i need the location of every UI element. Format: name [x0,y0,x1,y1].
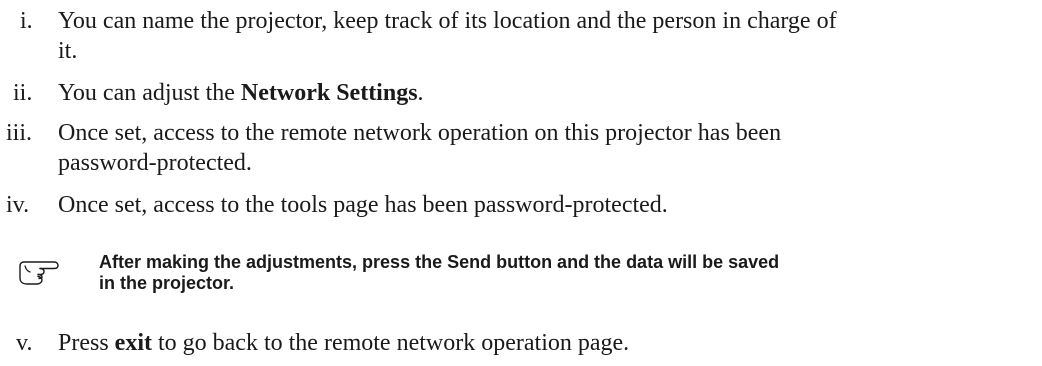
list-item-iv: iv. Once set, access to the tools page h… [0,188,1042,222]
list-text-post: . [417,80,424,106]
note-box: After making the adjustments, press the … [18,252,1038,302]
list-text: Once set, access to the tools page has b… [58,192,668,218]
list-text-line2: it. [58,38,78,64]
list-item-iii: iii. Once set, access to the remote netw… [0,114,1042,184]
manual-page: i. You can name the projector, keep trac… [0,0,1042,366]
list-number: iv. [6,192,30,218]
list-text-line1: You can name the projector, keep track o… [58,8,837,34]
exit-term: exit [114,330,152,356]
list-number: i. [20,8,33,34]
list-text-post: to go back to the remote network operati… [151,330,630,356]
list-item-i: i. You can name the projector, keep trac… [0,0,1042,70]
note-text-line2: in the projector. [99,273,235,293]
list-text: You can adjust the Network Settings. [58,78,424,108]
list-text-pre: You can adjust the [58,80,241,106]
list-text-pre: Press [58,330,115,356]
list-text-line2: password-protected. [58,150,252,176]
list-item-ii: ii. You can adjust the Network Settings. [0,74,1042,108]
note-text-line1: After making the adjustments, press the … [99,252,780,272]
list-number: ii. [13,80,33,106]
list-number: v. [16,330,33,356]
list-number: iii. [6,120,33,146]
list-text: Press exit to go back to the remote netw… [58,328,629,358]
network-settings-term: Network Settings [240,80,418,106]
pointing-hand-icon [18,256,64,286]
list-item-v: v. Press exit to go back to the remote n… [0,328,1042,362]
list-text-line1: Once set, access to the remote network o… [58,120,782,146]
